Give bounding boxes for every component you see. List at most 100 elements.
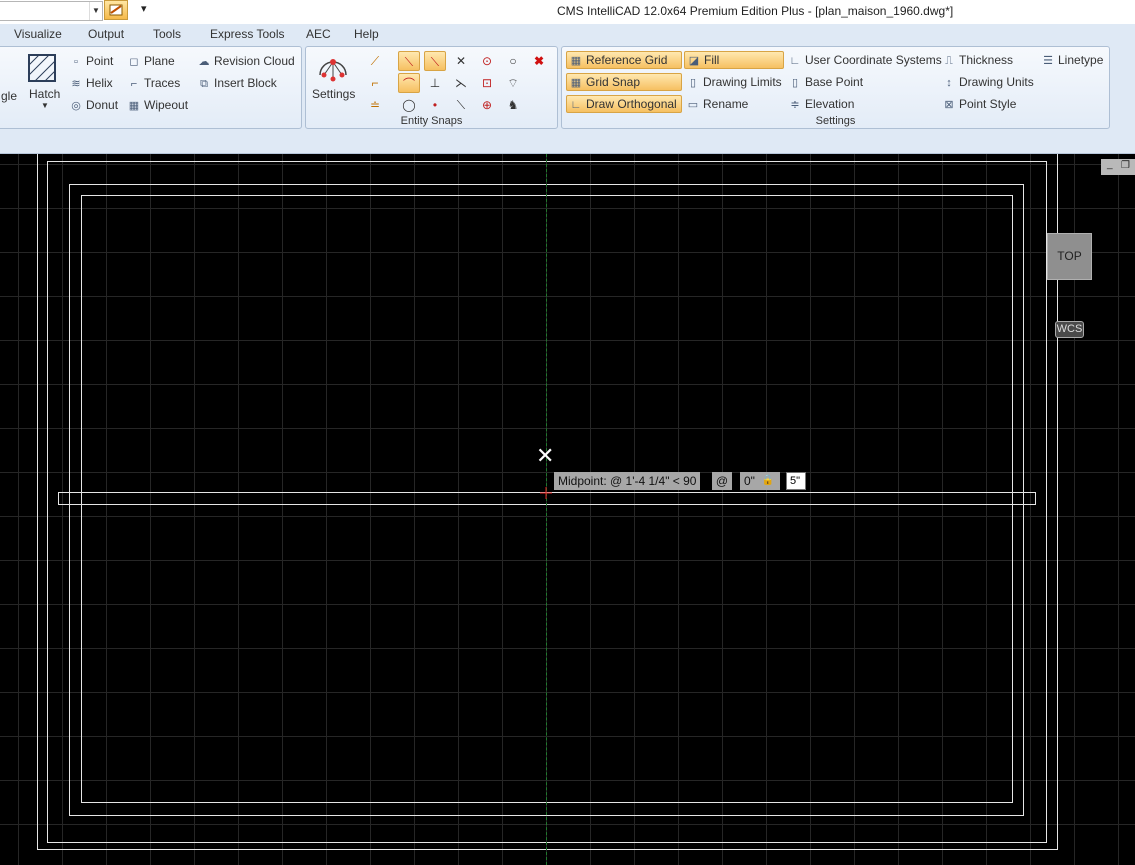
linetype-icon: ☰ — [1043, 55, 1053, 67]
helix-icon: ≋ — [71, 78, 81, 90]
ribbon: gle Hatch ▼ ▫ Point ≋ Helix ◎ Donut ◻ Plane … — [0, 44, 1135, 132]
tab-visualize[interactable]: Visualize — [14, 27, 62, 41]
linetype-button[interactable]: ☰ Linetype — [1041, 53, 1103, 67]
snap-visible-icon[interactable]: ⟍ — [450, 95, 472, 115]
minimize-icon[interactable]: _ — [1107, 159, 1113, 170]
traces-button[interactable]: ⌐ Traces — [127, 76, 180, 90]
snap-perpendicular-icon[interactable]: ⊥ — [424, 73, 446, 93]
cursor-icon: ✕ — [536, 443, 555, 468]
wipeout-icon: ▦ — [128, 100, 140, 112]
snap-tracking-icon[interactable]: ⟋ — [364, 51, 386, 71]
rename-button[interactable]: ▭ Rename — [686, 97, 749, 111]
distance-input[interactable]: 5" — [786, 472, 806, 490]
relative-coordinate-toggle[interactable]: @ — [712, 472, 732, 490]
snap-endpoint-icon[interactable]: ⟍ — [398, 51, 420, 71]
crosshair-vertical — [546, 154, 547, 865]
layer-properties-button[interactable] — [104, 0, 128, 20]
snap-extension-icon[interactable]: ⌐ — [364, 73, 386, 93]
viewcube-top-face[interactable]: TOP — [1047, 233, 1092, 280]
plane-button[interactable]: ◻ Plane — [127, 54, 174, 68]
helix-button[interactable]: ≋ Helix — [69, 76, 112, 90]
hatch-button[interactable]: Hatch — [29, 87, 60, 101]
drawing-limits-button[interactable]: ▯ Drawing Limits — [686, 75, 782, 89]
snap-run-icon[interactable]: ♞ — [502, 95, 524, 115]
drawing-units-button[interactable]: ↕ Drawing Units — [942, 75, 1033, 89]
grid-snap-button[interactable]: ▦ Grid Snap — [566, 73, 682, 91]
ucs-button[interactable]: ∟ User Coordinate Systems — [788, 53, 942, 67]
grid-icon: ▦ — [570, 55, 582, 67]
limits-icon: ▯ — [689, 77, 697, 89]
point-style-icon: ⊠ — [944, 99, 954, 111]
clear-snaps-icon[interactable]: ✖ — [528, 51, 550, 71]
tab-aec[interactable]: AEC — [306, 27, 331, 41]
donut-icon: ◎ — [71, 100, 81, 112]
snap-insertion-icon[interactable]: ⊡ — [476, 73, 498, 93]
snap-arc-icon[interactable]: ⌒ — [398, 73, 420, 93]
snap-center-icon[interactable]: ⊙ — [476, 51, 498, 71]
tab-output[interactable]: Output — [88, 27, 124, 41]
angle-input[interactable]: 0" 🔒 — [740, 472, 780, 490]
thickness-button[interactable]: ⎍ Thickness — [942, 53, 1013, 68]
wipeout-button[interactable]: ▦ Wipeout — [127, 98, 188, 112]
elevation-button[interactable]: ≑ Elevation — [788, 97, 854, 111]
entity-snaps-group: Settings ⟋ ⌐ ≐ ⟍ ⟍ ✕ ⊙ ○ ✖ ⌒ ⊥ ⋋ ⊡ ⌔ ◯ •… — [305, 46, 558, 129]
snap-midpoint-icon[interactable]: ⟍ — [424, 51, 446, 71]
window-title: CMS IntelliCAD 12.0x64 Premium Edition P… — [557, 4, 954, 18]
workspace-combo[interactable]: ▼ — [0, 1, 103, 21]
snap-quadrant-circle-icon[interactable]: ⊕ — [476, 95, 498, 115]
snap-settings-button[interactable]: Settings — [312, 87, 355, 101]
plane-icon: ◻ — [129, 56, 139, 68]
document-tab-strip — [0, 132, 1135, 154]
draw-group: gle Hatch ▼ ▫ Point ≋ Helix ◎ Donut ◻ Plane … — [0, 46, 302, 129]
draw-orthogonal-button[interactable]: ∟ Draw Orthogonal — [566, 95, 682, 113]
settings-group: ▦ Reference Grid ▦ Grid Snap ∟ Draw Orthogo… — [561, 46, 1110, 129]
viewport-controls[interactable]: _ ❐ — [1101, 159, 1135, 175]
snap-intersection-icon[interactable]: ✕ — [450, 51, 472, 71]
thickness-icon: ⎍ — [945, 55, 953, 67]
grid-snap-icon: ▦ — [570, 77, 582, 89]
fill-icon: ◪ — [688, 55, 700, 67]
lock-icon[interactable]: 🔒 — [762, 472, 774, 490]
snap-apparent-intersection-icon[interactable]: ⋋ — [450, 73, 472, 93]
point-button[interactable]: ▫ Point — [69, 54, 113, 68]
fill-button[interactable]: ◪ Fill — [684, 51, 784, 69]
midpoint-marker-icon — [540, 487, 552, 499]
snap-nearest-icon[interactable]: ◯ — [398, 95, 420, 115]
snap-tangent-icon[interactable]: ○ — [502, 51, 524, 71]
tab-tools[interactable]: Tools — [153, 27, 181, 41]
base-point-button[interactable]: ▯ Base Point — [788, 75, 863, 89]
customize-toolbar-icon[interactable]: ▾ — [141, 2, 147, 15]
point-icon: ▫ — [74, 56, 78, 68]
snap-parallel-icon[interactable]: ≐ — [364, 95, 386, 115]
title-bar: ▼ ▾ CMS IntelliCAD 12.0x64 Premium Editi… — [0, 0, 1135, 24]
tab-express-tools[interactable]: Express Tools — [210, 27, 284, 41]
traces-icon: ⌐ — [130, 78, 138, 90]
partial-tool-label[interactable]: gle — [1, 89, 17, 103]
tab-help[interactable]: Help — [354, 27, 379, 41]
reference-grid-button[interactable]: ▦ Reference Grid — [566, 51, 682, 69]
settings-group-label: Settings — [815, 115, 856, 127]
insert-block-button[interactable]: ⧉ Insert Block — [197, 76, 277, 91]
angle-value: 0" — [744, 474, 755, 488]
ucs-indicator[interactable]: WCS — [1055, 321, 1084, 338]
snap-node-icon[interactable]: • — [424, 95, 446, 115]
units-icon: ↕ — [946, 77, 952, 89]
restore-icon[interactable]: ❐ — [1121, 160, 1130, 171]
snap-tooltip: Midpoint: @ 1'-4 1/4" < 90 — [554, 472, 701, 490]
snap-settings-icon[interactable] — [316, 51, 350, 85]
base-point-icon: ▯ — [791, 77, 799, 89]
ortho-icon: ∟ — [570, 99, 582, 111]
point-style-button[interactable]: ⊠ Point Style — [942, 97, 1016, 111]
revision-cloud-button[interactable]: ☁ Revision Cloud — [197, 54, 295, 68]
drawing-canvas[interactable]: ✕ Midpoint: @ 1'-4 1/4" < 90 @ 0" 🔒 5" T… — [0, 154, 1135, 865]
snap-quadrant-icon[interactable]: ⌔ — [502, 73, 524, 93]
revision-cloud-icon: ☁ — [198, 56, 210, 68]
chevron-down-icon[interactable]: ▼ — [41, 101, 49, 110]
rename-icon: ▭ — [687, 99, 699, 111]
donut-button[interactable]: ◎ Donut — [69, 98, 118, 112]
chevron-down-icon[interactable]: ▼ — [89, 2, 102, 20]
entity-snaps-group-label: Entity Snaps — [400, 115, 463, 127]
ribbon-tabs: Visualize Output Tools Express Tools AEC… — [0, 24, 1135, 44]
elevation-icon: ≑ — [790, 99, 800, 111]
hatch-icon[interactable] — [27, 53, 57, 83]
